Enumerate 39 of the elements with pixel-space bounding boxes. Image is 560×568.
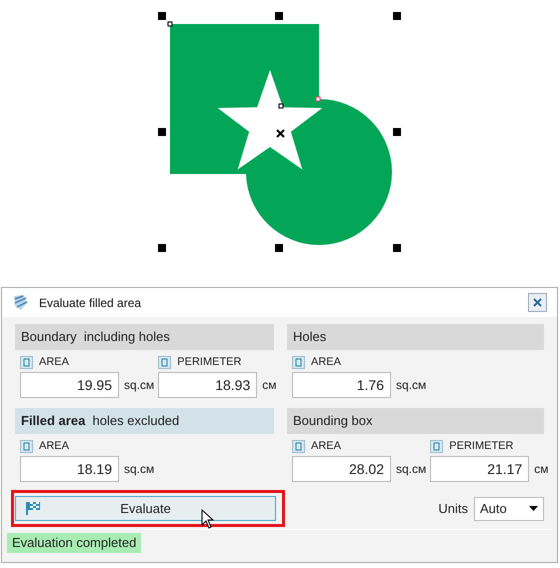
clipboard-icon[interactable] [20, 440, 33, 452]
measure-label: PERIMETER [449, 438, 514, 454]
clipboard-icon[interactable] [20, 356, 33, 368]
units-label: Units [438, 500, 468, 518]
measure-label: AREA [39, 354, 69, 370]
measure-label: AREA [311, 438, 341, 454]
hatched-shape-icon [12, 294, 29, 311]
value-field[interactable]: 1.76 [292, 372, 391, 398]
value-field[interactable]: 18.19 [20, 456, 119, 482]
unit-label: sq.см [396, 377, 426, 394]
unit-label: см [262, 377, 277, 394]
evaluate-button[interactable]: Evaluate [15, 496, 276, 521]
value-field[interactable]: 21.17 [430, 456, 530, 482]
measure-label: PERIMETER [177, 354, 242, 370]
status-message: Evaluation completed [7, 533, 142, 553]
section-header: Boundary including holes [15, 324, 274, 350]
window-title: Evaluate filled area [39, 294, 142, 312]
dropdown-caret-icon [529, 506, 538, 511]
clipboard-icon[interactable] [292, 440, 305, 452]
unit-label: sq.см [124, 377, 154, 394]
close-icon [533, 298, 542, 307]
measure-label: AREA [311, 354, 341, 370]
value-field[interactable]: 19.95 [20, 372, 119, 398]
unit-label: см [534, 461, 549, 478]
value-field[interactable]: 28.02 [292, 456, 391, 482]
clipboard-icon[interactable] [292, 356, 305, 368]
section-header: Bounding box [287, 408, 544, 434]
measure-label: AREA [39, 438, 69, 454]
clipboard-icon[interactable] [158, 356, 172, 368]
unit-label: sq.см [396, 461, 426, 478]
close-button[interactable] [528, 293, 547, 312]
unit-label: sq.см [124, 461, 154, 478]
section-header: Filled area holes excluded [15, 408, 274, 434]
units-dropdown[interactable]: Auto [474, 496, 544, 520]
value-field[interactable]: 18.93 [158, 372, 258, 398]
selected-shape-drawing[interactable] [158, 12, 401, 252]
section-header: Holes [287, 324, 544, 350]
checkered-flag-icon [26, 501, 41, 516]
clipboard-icon[interactable] [430, 440, 444, 452]
